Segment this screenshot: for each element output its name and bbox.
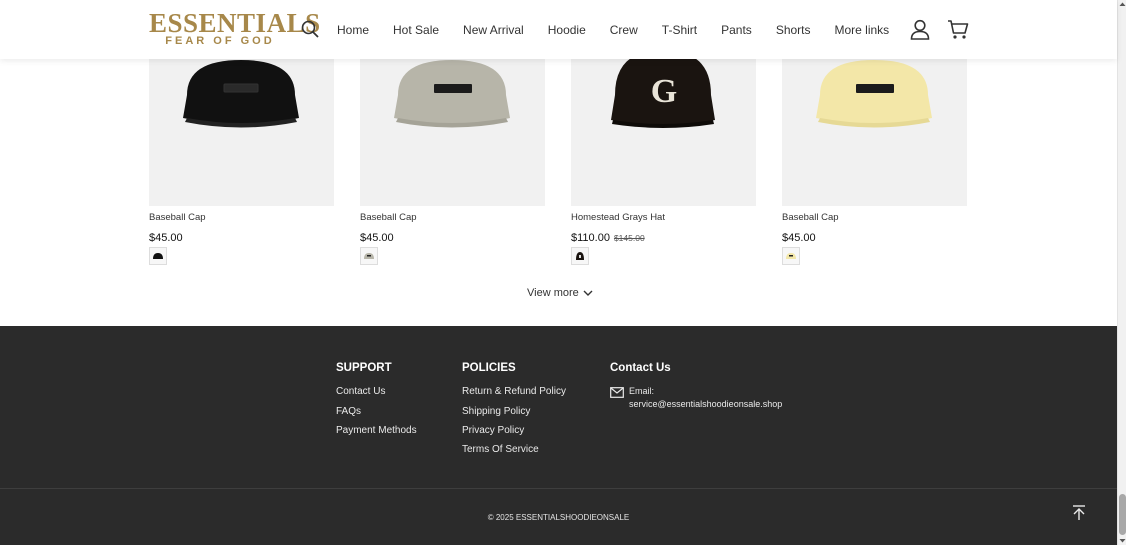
price-row: $45.00 xyxy=(782,228,816,246)
nav-hoodie[interactable]: Hoodie xyxy=(536,23,598,37)
search-icon[interactable] xyxy=(301,20,319,38)
swatch-cap-icon xyxy=(364,253,374,259)
nav-t-shirt[interactable]: T-Shirt xyxy=(650,23,709,37)
product-price: $45.00 xyxy=(149,232,183,244)
chevron-down-icon xyxy=(583,290,593,296)
svg-text:G: G xyxy=(651,73,677,110)
scroll-down-arrow-icon[interactable] xyxy=(1118,536,1126,545)
price-row: $110.00 $145.00 xyxy=(571,228,645,246)
product-title[interactable]: Homestead Grays Hat xyxy=(571,212,665,223)
contact-heading: Contact Us xyxy=(610,362,671,374)
nav-hot-sale[interactable]: Hot Sale xyxy=(381,23,451,37)
price-row: $45.00 xyxy=(360,228,394,246)
footer-link-privacy-policy[interactable]: Privacy Policy xyxy=(462,425,524,436)
footer-divider xyxy=(0,488,1117,489)
footer-link-contact-us[interactable]: Contact Us xyxy=(336,386,385,397)
nav-more-links[interactable]: More links xyxy=(823,23,902,37)
product-price: $110.00 xyxy=(571,232,610,244)
nav-crew[interactable]: Crew xyxy=(598,23,650,37)
cart-icon[interactable] xyxy=(947,19,969,40)
scroll-up-arrow-icon[interactable] xyxy=(1118,0,1126,9)
color-swatch[interactable] xyxy=(571,247,589,265)
product-title[interactable]: Baseball Cap xyxy=(782,212,839,223)
nav-new-arrival[interactable]: New Arrival xyxy=(451,23,536,37)
view-more-label: View more xyxy=(527,287,579,299)
color-swatch[interactable] xyxy=(149,247,167,265)
user-icon[interactable] xyxy=(910,19,930,40)
copyright-text: © 2025 ESSENTIALSHOODIEONSALE xyxy=(487,513,630,522)
product-title[interactable]: Baseball Cap xyxy=(360,212,417,223)
logo-tagline: FEAR OF GOD xyxy=(165,35,275,47)
swatch-cap-icon xyxy=(153,253,163,259)
back-to-top-icon[interactable] xyxy=(1072,505,1086,521)
email-link[interactable]: service@essentialshoodieonsale.shop xyxy=(629,399,782,409)
footer-link-terms-of-service[interactable]: Terms Of Service xyxy=(462,444,539,455)
view-more-button[interactable]: View more xyxy=(527,287,593,299)
price-row: $45.00 xyxy=(149,228,183,246)
swatch-hat-icon xyxy=(576,252,584,260)
nav-home[interactable]: Home xyxy=(325,23,381,37)
mail-icon xyxy=(610,387,624,398)
policies-heading: POLICIES xyxy=(462,362,516,374)
product-price: $45.00 xyxy=(360,232,394,244)
main-nav: Home Hot Sale New Arrival Hoodie Crew T-… xyxy=(325,0,901,59)
color-swatch[interactable] xyxy=(782,247,800,265)
site-header: ESSENTIALS FEAR OF GOD Home Hot Sale New… xyxy=(0,0,1117,59)
footer-link-shipping-policy[interactable]: Shipping Policy xyxy=(462,406,530,417)
nav-pants[interactable]: Pants xyxy=(709,23,764,37)
footer-link-return-refund[interactable]: Return & Refund Policy xyxy=(462,386,566,397)
footer-link-payment-methods[interactable]: Payment Methods xyxy=(336,425,417,436)
footer-link-faqs[interactable]: FAQs xyxy=(336,406,361,417)
nav-shorts[interactable]: Shorts xyxy=(764,23,823,37)
email-label: Email: xyxy=(629,386,655,396)
swatch-cap-icon xyxy=(786,253,796,259)
product-title[interactable]: Baseball Cap xyxy=(149,212,206,223)
scrollbar-thumb[interactable] xyxy=(1119,494,1126,535)
brand-logo[interactable]: ESSENTIALS FEAR OF GOD xyxy=(149,8,321,49)
logo-wordmark: ESSENTIALS xyxy=(149,8,321,38)
product-price: $45.00 xyxy=(782,232,816,244)
color-swatch[interactable] xyxy=(360,247,378,265)
support-heading: SUPPORT xyxy=(336,362,392,374)
product-old-price: $145.00 xyxy=(613,233,645,243)
page-scrollbar[interactable] xyxy=(1117,0,1126,545)
